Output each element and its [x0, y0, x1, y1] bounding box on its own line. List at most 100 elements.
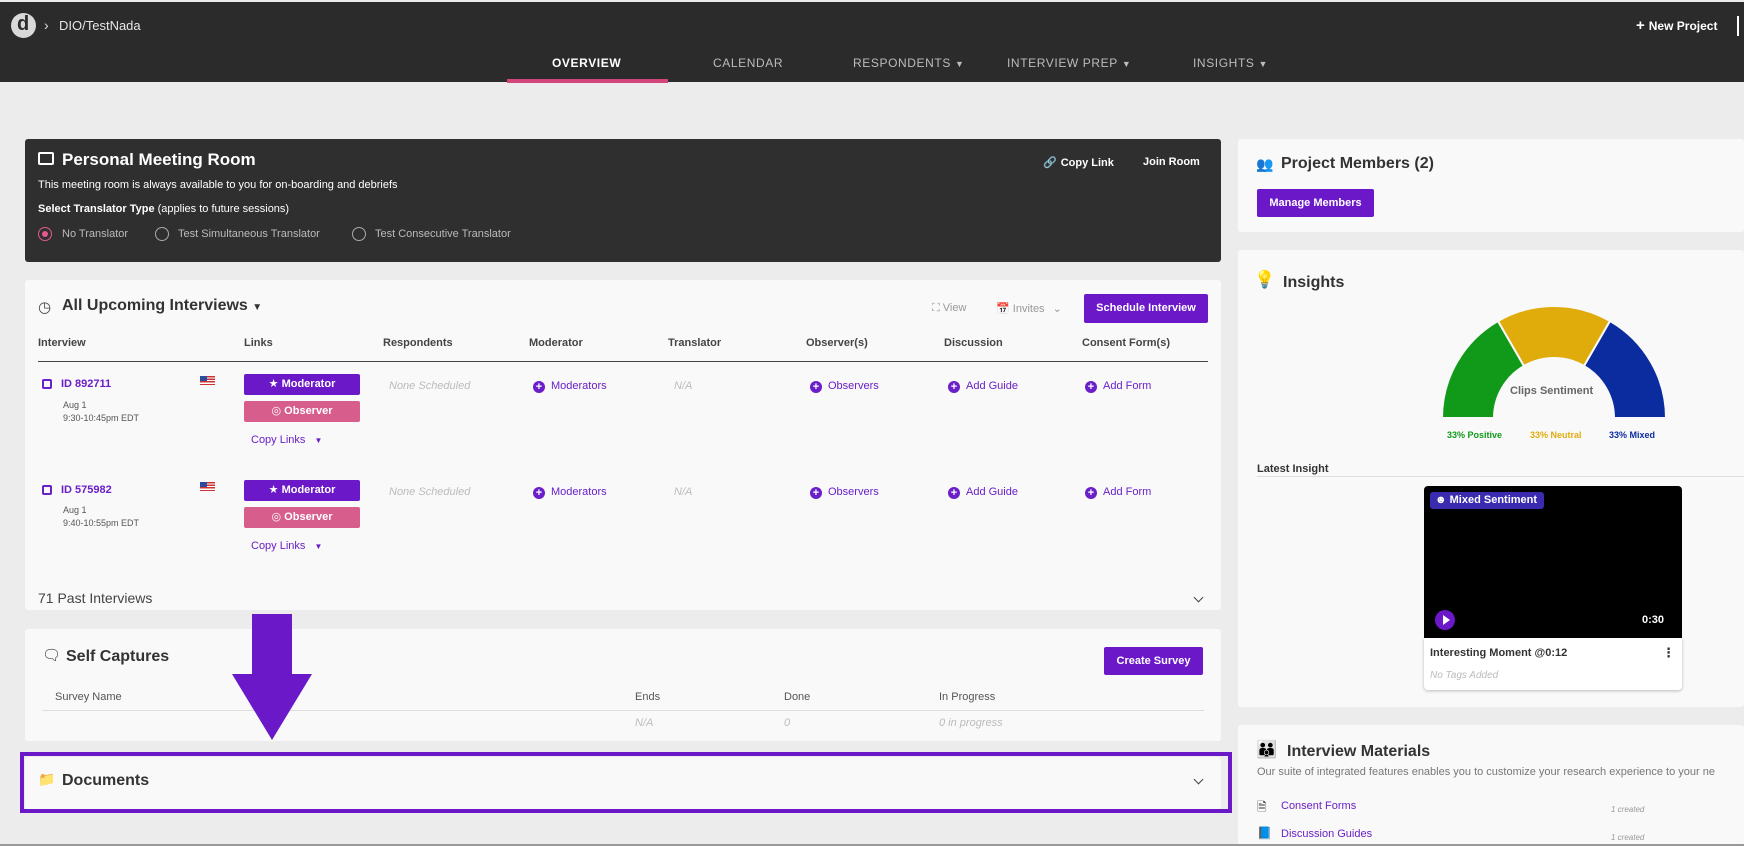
materials-icon: 👪 — [1256, 740, 1278, 759]
add-form-button[interactable]: + Add Form — [1085, 486, 1151, 499]
interview-id-link[interactable]: ID 575982 — [61, 484, 112, 496]
sentiment-badge-label: Mixed Sentiment — [1449, 494, 1538, 506]
interview-date: Aug 1 — [63, 400, 87, 410]
star-icon: ★ — [268, 378, 282, 390]
interview-date: Aug 1 — [63, 505, 87, 515]
copy-link-button[interactable]: 🔗 Copy Link — [1043, 156, 1114, 169]
col-moderator: Moderator — [529, 337, 583, 349]
plus-circle-icon: + — [1085, 381, 1097, 393]
copy-links-dropdown[interactable]: Copy Links ▼ — [251, 540, 322, 552]
tab-interview-prep[interactable]: INTERVIEW PREP ▼ — [1007, 56, 1131, 70]
schedule-interview-button[interactable]: Schedule Interview — [1084, 294, 1208, 323]
annotation-arrow-shaft — [252, 614, 292, 676]
respondents-value: None Scheduled — [389, 380, 471, 392]
col-respondents: Respondents — [383, 337, 453, 349]
tab-insights[interactable]: INSIGHTS ▼ — [1193, 56, 1268, 70]
chat-bubble-icon: 🗨 — [42, 647, 62, 664]
add-observers-label: Observers — [828, 486, 879, 498]
add-observers-button[interactable]: + Observers — [810, 380, 879, 393]
documents-title: Documents — [62, 772, 150, 789]
star-icon: ★ — [268, 484, 282, 496]
upcoming-interviews-title[interactable]: All Upcoming Interviews ▼ — [62, 297, 262, 315]
moderator-link-button[interactable]: ★ Moderator — [244, 374, 360, 395]
caret-down-icon: ▼ — [314, 436, 323, 445]
video-duration: 0:30 — [1642, 614, 1665, 626]
radio-label-consecutive: Test Consecutive Translator — [375, 228, 511, 240]
clock-icon: ◷ — [38, 299, 52, 316]
consent-forms-link[interactable]: Consent Forms — [1281, 800, 1356, 812]
invites-dropdown[interactable]: 📅 Invites ⌄ — [996, 302, 1062, 315]
create-survey-button[interactable]: Create Survey — [1104, 647, 1203, 675]
divider — [1737, 16, 1739, 36]
moderator-link-button[interactable]: ★ Moderator — [244, 480, 360, 501]
tab-insights-label: INSIGHTS — [1193, 56, 1255, 70]
self-captures-card — [25, 629, 1221, 741]
radio-simultaneous-translator[interactable] — [155, 227, 169, 241]
col-in-progress: In Progress — [939, 691, 996, 703]
moderator-link-label: Moderator — [281, 484, 336, 496]
observer-link-button[interactable]: ◎ Observer — [244, 507, 360, 528]
link-icon: 🔗 — [1043, 157, 1057, 169]
radio-consecutive-translator[interactable] — [352, 227, 366, 241]
add-observers-label: Observers — [828, 380, 879, 392]
manage-members-button[interactable]: Manage Members — [1257, 189, 1374, 217]
observer-link-label: Observer — [284, 405, 333, 417]
translator-type-heading: Select Translator Type — [38, 203, 155, 215]
caret-down-icon: ▼ — [314, 542, 323, 551]
copy-links-dropdown[interactable]: Copy Links ▼ — [251, 434, 322, 446]
col-interview: Interview — [38, 337, 86, 349]
breadcrumb[interactable]: DIO/TestNada — [59, 18, 141, 33]
caret-down-icon: ▼ — [1258, 59, 1268, 69]
add-moderators-button[interactable]: + Moderators — [533, 380, 607, 393]
add-guide-button[interactable]: + Add Guide — [948, 380, 1018, 393]
plus-circle-icon: + — [948, 487, 960, 499]
us-flag-icon — [200, 482, 215, 491]
tab-respondents[interactable]: RESPONDENTS ▼ — [853, 56, 964, 70]
active-tab-indicator — [507, 79, 668, 83]
radio-no-translator[interactable] — [38, 227, 52, 241]
chevron-down-icon: ⌄ — [1052, 303, 1062, 315]
legend-positive: 33% Positive — [1447, 430, 1503, 440]
col-links: Links — [244, 337, 273, 349]
interview-time: 9:40-10:55pm EDT — [63, 518, 140, 528]
join-room-button[interactable]: Join Room — [1143, 156, 1200, 168]
moderator-link-label: Moderator — [281, 378, 336, 390]
face-icon: ☻ — [1435, 494, 1450, 506]
interview-id-link[interactable]: ID 892711 — [61, 378, 111, 390]
translator-type-note: (applies to future sessions) — [154, 203, 290, 215]
discussion-guides-count: 1 created — [1611, 833, 1645, 842]
divider — [1257, 476, 1744, 477]
past-interviews-toggle[interactable]: 71 Past Interviews — [38, 590, 152, 606]
add-guide-button[interactable]: + Add Guide — [948, 486, 1018, 499]
tab-overview[interactable]: OVERVIEW — [552, 56, 621, 70]
add-observers-button[interactable]: + Observers — [810, 486, 879, 499]
col-discussion: Discussion — [944, 337, 1003, 349]
upcoming-interviews-card — [25, 280, 1221, 610]
eye-icon: ◎ — [271, 405, 285, 417]
more-vert-icon[interactable]: ⋮ — [1662, 645, 1675, 661]
clip-title[interactable]: Interesting Moment @0:12 — [1430, 647, 1567, 659]
add-moderators-button[interactable]: + Moderators — [533, 486, 607, 499]
col-survey-name: Survey Name — [55, 691, 122, 703]
observer-link-button[interactable]: ◎ Observer — [244, 401, 360, 422]
translator-value: N/A — [674, 486, 693, 498]
new-project-button[interactable]: + New Project — [1636, 17, 1717, 34]
gauge-label: Clips Sentiment — [1510, 385, 1594, 397]
discussion-guides-link[interactable]: Discussion Guides — [1281, 828, 1372, 840]
interview-time: 9:30-10:45pm EDT — [63, 413, 140, 423]
sentiment-badge: ☻ Mixed Sentiment — [1430, 492, 1545, 509]
copy-link-label: Copy Link — [1060, 157, 1114, 169]
observer-link-label: Observer — [284, 511, 333, 523]
tab-calendar[interactable]: CALENDAR — [713, 56, 783, 70]
project-members-title: Project Members (2) — [1281, 155, 1434, 172]
add-guide-label: Add Guide — [966, 486, 1018, 498]
meeting-room-description: This meeting room is always available to… — [38, 179, 398, 191]
self-captures-title: Self Captures — [66, 648, 170, 665]
app-logo[interactable] — [11, 13, 36, 38]
invites-label: Invites — [1012, 303, 1045, 315]
latest-insight-label: Latest Insight — [1257, 463, 1329, 475]
view-button[interactable]: ⛶ View — [932, 302, 966, 315]
add-form-button[interactable]: + Add Form — [1085, 380, 1151, 393]
play-icon[interactable] — [1435, 610, 1455, 630]
survey-in-progress-value: 0 in progress — [939, 717, 1003, 729]
